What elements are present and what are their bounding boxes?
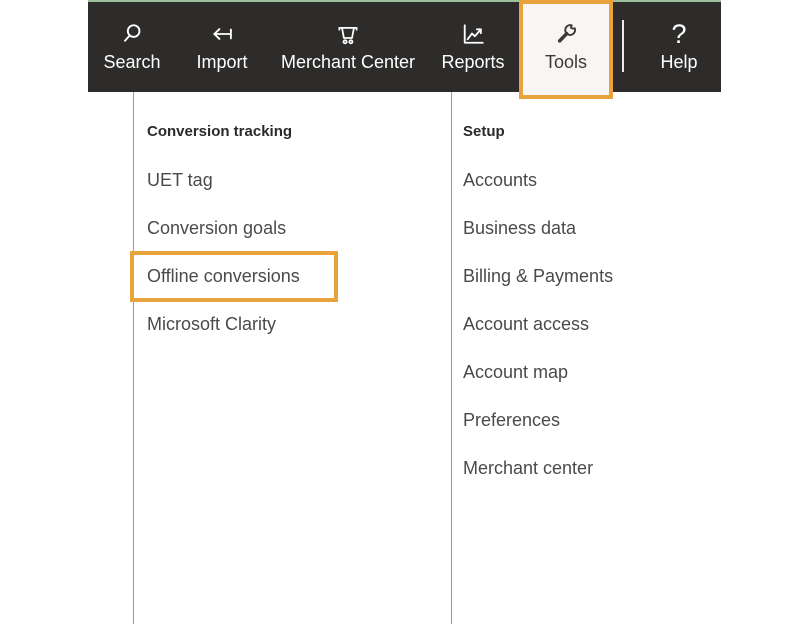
menu-item-uet-tag[interactable]: UET tag bbox=[147, 156, 300, 204]
nav-label-search: Search bbox=[103, 51, 160, 73]
nav-label-reports: Reports bbox=[441, 51, 504, 73]
menu-column-conversion-tracking: Conversion tracking UET tag Conversion g… bbox=[147, 92, 300, 348]
question-mark-icon: ? bbox=[665, 20, 693, 48]
menu-header-conversion-tracking: Conversion tracking bbox=[147, 108, 300, 156]
menu-item-preferences[interactable]: Preferences bbox=[463, 396, 613, 444]
menu-header-setup: Setup bbox=[463, 108, 613, 156]
nav-item-search[interactable]: Search bbox=[103, 20, 160, 73]
cart-icon bbox=[334, 20, 362, 48]
nav-label-help: Help bbox=[660, 51, 697, 73]
menu-item-accounts[interactable]: Accounts bbox=[463, 156, 613, 204]
offline-conversions-annotation-highlight-box bbox=[130, 251, 338, 302]
nav-item-help[interactable]: ? Help bbox=[660, 20, 697, 73]
menu-item-billing-payments[interactable]: Billing & Payments bbox=[463, 252, 613, 300]
nav-label-import: Import bbox=[196, 51, 247, 73]
menu-item-account-map[interactable]: Account map bbox=[463, 348, 613, 396]
search-icon bbox=[118, 20, 146, 48]
wrench-icon bbox=[552, 20, 580, 48]
screenshot-root: Search Import bbox=[0, 0, 804, 624]
line-chart-icon bbox=[459, 20, 487, 48]
import-icon bbox=[208, 20, 236, 48]
nav-label-merchant-center: Merchant Center bbox=[281, 51, 415, 73]
nav-label-tools: Tools bbox=[545, 51, 587, 73]
menu-item-microsoft-clarity[interactable]: Microsoft Clarity bbox=[147, 300, 300, 348]
menu-item-account-access[interactable]: Account access bbox=[463, 300, 613, 348]
menu-item-conversion-goals[interactable]: Conversion goals bbox=[147, 204, 300, 252]
nav-item-tools[interactable]: Tools bbox=[545, 20, 587, 73]
menu-item-merchant-center[interactable]: Merchant center bbox=[463, 444, 613, 492]
menu-panel-left-border bbox=[133, 92, 134, 624]
menu-column-setup: Setup Accounts Business data Billing & P… bbox=[463, 92, 613, 492]
nav-item-import[interactable]: Import bbox=[196, 20, 247, 73]
top-navbar: Search Import bbox=[88, 0, 721, 92]
menu-column-divider bbox=[451, 92, 452, 624]
menu-item-business-data[interactable]: Business data bbox=[463, 204, 613, 252]
nav-item-reports[interactable]: Reports bbox=[441, 20, 504, 73]
navbar-divider bbox=[622, 20, 624, 72]
nav-item-merchant-center[interactable]: Merchant Center bbox=[281, 20, 415, 73]
